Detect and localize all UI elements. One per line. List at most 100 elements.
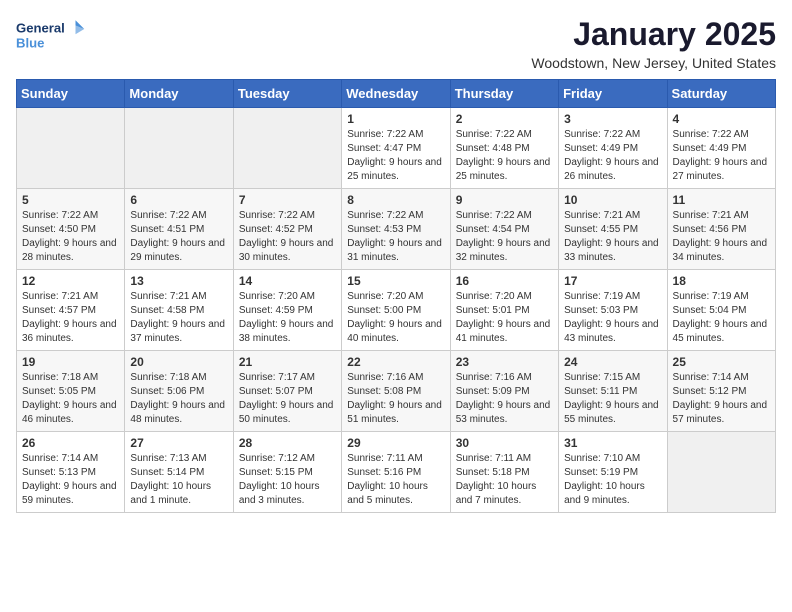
cell-content: Sunrise: 7:19 AM Sunset: 5:04 PM Dayligh… [673,290,770,346]
calendar-weekday-header: Wednesday [342,80,450,108]
cell-content: Sunrise: 7:19 AM Sunset: 5:03 PM Dayligh… [564,290,661,346]
sunset-label: Sunset: 5:04 PM [673,305,747,316]
daylight-label: Daylight: 10 hours and 7 minutes. [456,481,537,506]
sunrise-label: Sunrise: 7:22 AM [673,129,749,140]
daylight-label: Daylight: 9 hours and 57 minutes. [673,400,768,425]
day-number: 6 [130,193,227,207]
sunset-label: Sunset: 5:00 PM [347,305,421,316]
calendar-week-row: 19 Sunrise: 7:18 AM Sunset: 5:05 PM Dayl… [17,351,776,432]
sunrise-label: Sunrise: 7:22 AM [239,210,315,221]
calendar-cell: 12 Sunrise: 7:21 AM Sunset: 4:57 PM Dayl… [17,270,125,351]
sunset-label: Sunset: 5:03 PM [564,305,638,316]
calendar-week-row: 1 Sunrise: 7:22 AM Sunset: 4:47 PM Dayli… [17,108,776,189]
calendar-weekday-header: Thursday [450,80,558,108]
calendar-weekday-header: Saturday [667,80,775,108]
calendar-cell: 11 Sunrise: 7:21 AM Sunset: 4:56 PM Dayl… [667,189,775,270]
sunset-label: Sunset: 4:55 PM [564,224,638,235]
daylight-label: Daylight: 9 hours and 36 minutes. [22,319,117,344]
cell-content: Sunrise: 7:22 AM Sunset: 4:53 PM Dayligh… [347,209,444,265]
daylight-label: Daylight: 9 hours and 41 minutes. [456,319,551,344]
sunset-label: Sunset: 5:18 PM [456,467,530,478]
sunrise-label: Sunrise: 7:21 AM [673,210,749,221]
calendar-cell: 7 Sunrise: 7:22 AM Sunset: 4:52 PM Dayli… [233,189,341,270]
calendar-cell: 31 Sunrise: 7:10 AM Sunset: 5:19 PM Dayl… [559,432,667,513]
daylight-label: Daylight: 9 hours and 43 minutes. [564,319,659,344]
day-number: 4 [673,112,770,126]
cell-content: Sunrise: 7:18 AM Sunset: 5:06 PM Dayligh… [130,371,227,427]
daylight-label: Daylight: 9 hours and 33 minutes. [564,238,659,263]
day-number: 22 [347,355,444,369]
sunrise-label: Sunrise: 7:11 AM [456,453,531,464]
day-number: 11 [673,193,770,207]
sunset-label: Sunset: 5:16 PM [347,467,421,478]
daylight-label: Daylight: 9 hours and 46 minutes. [22,400,117,425]
cell-content: Sunrise: 7:10 AM Sunset: 5:19 PM Dayligh… [564,452,661,508]
daylight-label: Daylight: 9 hours and 48 minutes. [130,400,225,425]
day-number: 1 [347,112,444,126]
cell-content: Sunrise: 7:12 AM Sunset: 5:15 PM Dayligh… [239,452,336,508]
sunrise-label: Sunrise: 7:22 AM [564,129,640,140]
location: Woodstown, New Jersey, United States [531,55,776,71]
cell-content: Sunrise: 7:18 AM Sunset: 5:05 PM Dayligh… [22,371,119,427]
daylight-label: Daylight: 9 hours and 40 minutes. [347,319,442,344]
calendar-cell [125,108,233,189]
sunrise-label: Sunrise: 7:21 AM [564,210,640,221]
day-number: 14 [239,274,336,288]
day-number: 25 [673,355,770,369]
cell-content: Sunrise: 7:22 AM Sunset: 4:49 PM Dayligh… [564,128,661,184]
cell-content: Sunrise: 7:17 AM Sunset: 5:07 PM Dayligh… [239,371,336,427]
day-number: 8 [347,193,444,207]
cell-content: Sunrise: 7:22 AM Sunset: 4:49 PM Dayligh… [673,128,770,184]
calendar-cell: 3 Sunrise: 7:22 AM Sunset: 4:49 PM Dayli… [559,108,667,189]
day-number: 3 [564,112,661,126]
sunrise-label: Sunrise: 7:20 AM [239,291,315,302]
sunrise-label: Sunrise: 7:14 AM [673,372,749,383]
calendar-cell: 4 Sunrise: 7:22 AM Sunset: 4:49 PM Dayli… [667,108,775,189]
sunrise-label: Sunrise: 7:16 AM [456,372,532,383]
cell-content: Sunrise: 7:21 AM Sunset: 4:57 PM Dayligh… [22,290,119,346]
daylight-label: Daylight: 9 hours and 38 minutes. [239,319,334,344]
cell-content: Sunrise: 7:22 AM Sunset: 4:51 PM Dayligh… [130,209,227,265]
calendar-cell: 25 Sunrise: 7:14 AM Sunset: 5:12 PM Dayl… [667,351,775,432]
calendar-cell: 13 Sunrise: 7:21 AM Sunset: 4:58 PM Dayl… [125,270,233,351]
sunset-label: Sunset: 5:11 PM [564,386,637,397]
calendar-weekday-header: Tuesday [233,80,341,108]
daylight-label: Daylight: 9 hours and 29 minutes. [130,238,225,263]
calendar-cell: 1 Sunrise: 7:22 AM Sunset: 4:47 PM Dayli… [342,108,450,189]
day-number: 16 [456,274,553,288]
day-number: 5 [22,193,119,207]
day-number: 19 [22,355,119,369]
calendar-cell: 29 Sunrise: 7:11 AM Sunset: 5:16 PM Dayl… [342,432,450,513]
calendar-cell [233,108,341,189]
cell-content: Sunrise: 7:16 AM Sunset: 5:08 PM Dayligh… [347,371,444,427]
sunrise-label: Sunrise: 7:18 AM [22,372,98,383]
calendar-cell: 10 Sunrise: 7:21 AM Sunset: 4:55 PM Dayl… [559,189,667,270]
sunset-label: Sunset: 4:58 PM [130,305,204,316]
cell-content: Sunrise: 7:14 AM Sunset: 5:13 PM Dayligh… [22,452,119,508]
logo: General Blue [16,16,86,56]
sunset-label: Sunset: 4:57 PM [22,305,96,316]
sunrise-label: Sunrise: 7:20 AM [347,291,423,302]
day-number: 20 [130,355,227,369]
sunrise-label: Sunrise: 7:22 AM [22,210,98,221]
month-title: January 2025 [531,16,776,53]
sunrise-label: Sunrise: 7:21 AM [130,291,206,302]
sunset-label: Sunset: 4:52 PM [239,224,313,235]
cell-content: Sunrise: 7:22 AM Sunset: 4:50 PM Dayligh… [22,209,119,265]
sunset-label: Sunset: 5:08 PM [347,386,421,397]
sunrise-label: Sunrise: 7:12 AM [239,453,315,464]
cell-content: Sunrise: 7:21 AM Sunset: 4:58 PM Dayligh… [130,290,227,346]
day-number: 13 [130,274,227,288]
sunrise-label: Sunrise: 7:22 AM [130,210,206,221]
cell-content: Sunrise: 7:15 AM Sunset: 5:11 PM Dayligh… [564,371,661,427]
sunrise-label: Sunrise: 7:22 AM [456,210,532,221]
sunset-label: Sunset: 5:05 PM [22,386,96,397]
sunrise-label: Sunrise: 7:16 AM [347,372,423,383]
sunrise-label: Sunrise: 7:14 AM [22,453,98,464]
day-number: 15 [347,274,444,288]
day-number: 31 [564,436,661,450]
sunset-label: Sunset: 4:50 PM [22,224,96,235]
logo-icon: General Blue [16,16,86,56]
sunset-label: Sunset: 4:49 PM [564,143,638,154]
calendar-cell: 14 Sunrise: 7:20 AM Sunset: 4:59 PM Dayl… [233,270,341,351]
